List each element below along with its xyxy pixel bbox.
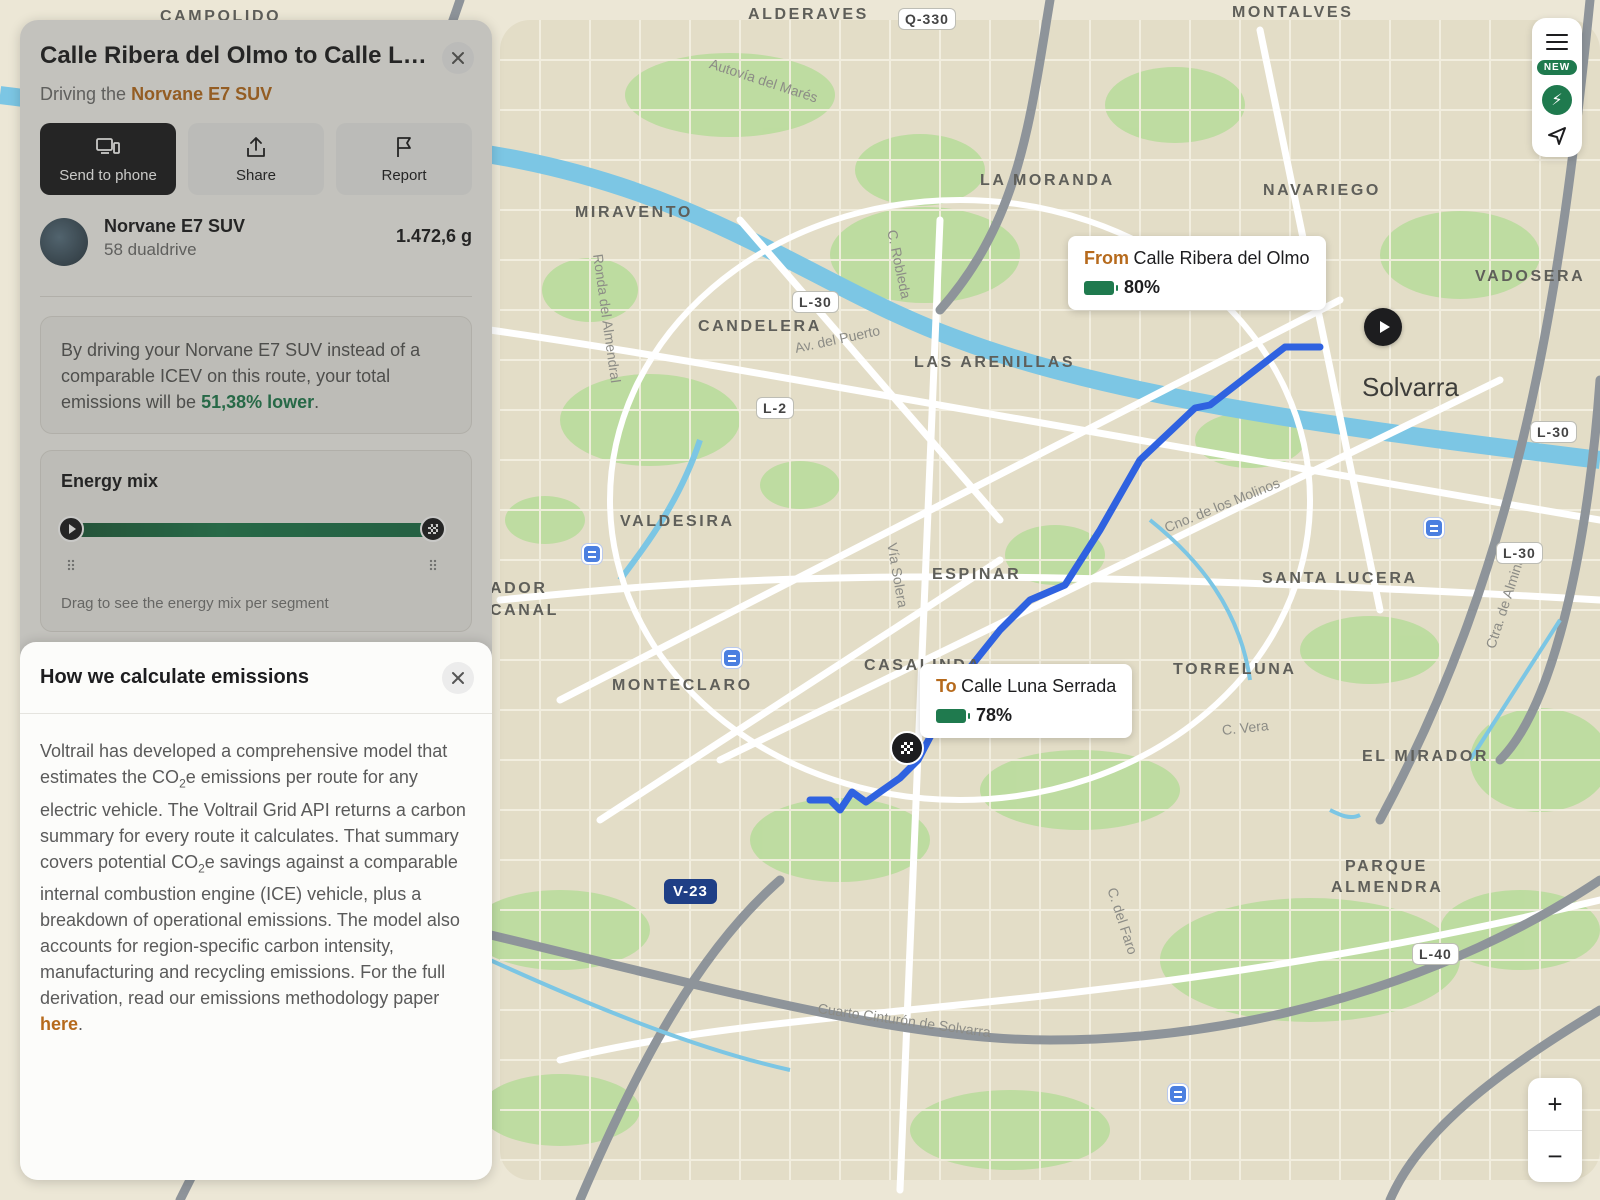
sheet-text: . (78, 1014, 84, 1035)
district-label: VADOSERA (1475, 268, 1586, 285)
district-label: ALMENDRA (1331, 879, 1444, 896)
flag-icon (397, 136, 411, 157)
district-label: NAVARIEGO (1263, 182, 1381, 199)
charging-bolt-icon[interactable]: ⚡ (1542, 85, 1572, 115)
methodology-link[interactable]: here (40, 1014, 78, 1034)
sheet-title: How we calculate emissions (40, 666, 309, 688)
energy-mix-slider-track[interactable] (71, 523, 441, 537)
destination-flag-icon[interactable] (890, 731, 924, 765)
callout-place: Calle Ribera del Olmo (1133, 248, 1310, 268)
zoom-in-button[interactable]: + (1528, 1078, 1582, 1130)
district-label: ADOR (490, 580, 548, 597)
emissions-value: 1.472,6 g (395, 226, 472, 246)
city-label: Solvarra (1362, 372, 1459, 402)
district-label: TORRELUNA (1173, 661, 1297, 678)
play-route-button[interactable] (1364, 308, 1402, 346)
close-route-button[interactable] (442, 42, 474, 74)
route-title: Calle Ribera del Olmo to Calle Lun... (40, 42, 435, 69)
energy-mix-title: Energy mix (61, 471, 159, 491)
vehicle-name: Norvane E7 SUV (104, 216, 246, 236)
road-shield: L-30 (792, 291, 839, 313)
zoom-controls: + − (1528, 1078, 1582, 1182)
close-icon (452, 672, 464, 684)
callout-lead: From (1084, 248, 1129, 268)
share-label: Share (235, 166, 277, 184)
district-label: CANAL (490, 602, 559, 619)
slider-start-handle[interactable] (58, 516, 84, 542)
route-panel: Calle Ribera del Olmo to Calle Lun... Dr… (20, 20, 492, 1180)
battery-icon (936, 708, 970, 723)
report-button[interactable]: Report (336, 123, 472, 195)
district-label: ESPINAR (932, 566, 1022, 583)
send-to-phone-label: Send to phone (59, 166, 157, 184)
share-icon (247, 136, 265, 157)
district-label: MIRAVENTO (575, 204, 693, 221)
origin-callout[interactable]: From Calle Ribera del Olmo 80% (1068, 236, 1326, 310)
close-icon (452, 52, 464, 64)
vehicle-trim: 58 dualdrive (104, 240, 197, 259)
road-shield: L-2 (756, 397, 794, 419)
drag-grip-icon[interactable] (429, 559, 437, 571)
slider-end-handle[interactable] (420, 516, 446, 542)
action-row: Send to phone Share Report (40, 123, 472, 195)
driving-line: Driving the Norvane E7 SUV (40, 84, 472, 105)
road-shield: L-40 (1412, 943, 1459, 965)
callout-place: Calle Luna Serrada (961, 676, 1117, 696)
road-shield: L-30 (1530, 421, 1577, 443)
battery-percent: 80% (1124, 277, 1161, 297)
drag-grip-icon[interactable] (67, 559, 75, 571)
vehicle-row: Norvane E7 SUV 58 dualdrive 1.472,6 g (40, 216, 472, 278)
send-to-phone-button[interactable]: Send to phone (40, 123, 176, 195)
new-badge: NEW (1536, 60, 1578, 75)
sheet-text: e savings against a comparable internal … (40, 851, 460, 1009)
road-shield: V-23 (664, 879, 717, 904)
transit-stop-icon[interactable] (1168, 1084, 1188, 1104)
vehicle-thumbnail (40, 218, 88, 266)
menu-icon[interactable] (1546, 34, 1568, 50)
sheet-body: Voltrail has developed a comprehensive m… (20, 714, 492, 1037)
zoom-out-button[interactable]: − (1528, 1130, 1582, 1182)
district-label: VALDESIRA (620, 513, 735, 530)
battery-percent: 78% (976, 705, 1013, 725)
report-label: Report (381, 166, 427, 184)
district-label: LA MORANDA (980, 172, 1115, 189)
energy-mix-hint: Drag to see the energy mix per segment (61, 595, 329, 612)
district-label: SANTA LUCERA (1262, 570, 1418, 587)
transit-stop-icon[interactable] (1424, 518, 1444, 538)
battery-icon (1084, 280, 1118, 295)
share-button[interactable]: Share (188, 123, 324, 195)
district-label: LAS ARENILLAS (914, 354, 1076, 371)
divider (40, 296, 472, 297)
emissions-comparison-card: By driving your Norvane E7 SUV instead o… (40, 316, 472, 434)
devices-icon (96, 137, 120, 154)
road-shield: Q-330 (898, 8, 956, 30)
subscript: 2 (198, 861, 205, 876)
locate-arrow-icon[interactable] (1546, 125, 1568, 147)
district-label: MONTECLARO (612, 677, 753, 694)
map-controls: NEW ⚡ (1532, 18, 1582, 157)
comparison-highlight: 51,38% lower (201, 392, 315, 412)
callout-lead: To (936, 676, 957, 696)
transit-stop-icon[interactable] (722, 648, 742, 668)
subscript: 2 (179, 776, 186, 791)
road-shield: L-30 (1496, 542, 1543, 564)
district-label: MONTALVES (1232, 4, 1354, 21)
destination-callout[interactable]: To Calle Luna Serrada 78% (920, 664, 1133, 738)
close-sheet-button[interactable] (442, 662, 474, 694)
district-label: EL MIRADOR (1362, 748, 1490, 765)
district-label: CANDELERA (698, 318, 822, 335)
district-label: ALDERAVES (748, 6, 869, 23)
energy-mix-card: Energy mix Drag to see the energy mix pe… (40, 450, 472, 632)
district-label: PARQUE (1345, 858, 1428, 875)
transit-stop-icon[interactable] (582, 544, 602, 564)
emissions-info-sheet: How we calculate emissions Voltrail has … (20, 642, 492, 1180)
comparison-end: . (314, 392, 320, 412)
vehicle-link[interactable]: Norvane E7 SUV (131, 84, 272, 104)
driving-prefix: Driving the (40, 84, 127, 104)
